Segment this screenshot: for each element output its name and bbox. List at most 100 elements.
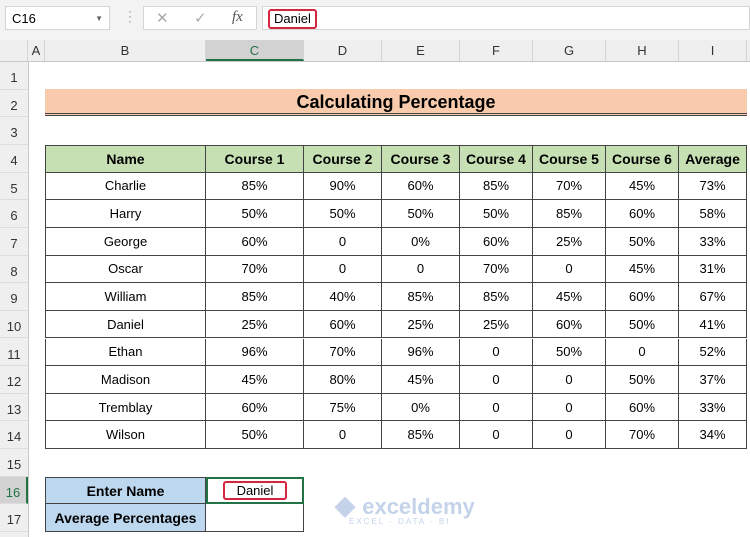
table-cell[interactable]: 45% [606, 172, 679, 201]
table-cell[interactable]: 60% [304, 310, 382, 339]
select-all-corner[interactable] [0, 40, 28, 61]
row-header-13[interactable]: 13 [0, 394, 28, 422]
table-cell[interactable]: 25% [206, 310, 304, 339]
table-cell[interactable]: 50% [206, 200, 304, 228]
row-header-8[interactable]: 8 [0, 256, 28, 284]
table-cell[interactable]: 50% [606, 366, 679, 394]
table-cell[interactable]: 50% [460, 200, 533, 228]
name-box[interactable]: C16 ▼ [5, 6, 110, 30]
table-cell[interactable]: 85% [460, 283, 533, 311]
table-cell[interactable]: 60% [606, 283, 679, 311]
table-cell[interactable]: 52% [679, 338, 747, 367]
table-cell[interactable]: 60% [606, 393, 679, 422]
table-cell[interactable]: 33% [679, 227, 747, 256]
table-cell[interactable]: 25% [533, 227, 606, 256]
table-cell[interactable]: 50% [206, 421, 304, 450]
table-cell[interactable]: 0 [533, 393, 606, 422]
table-cell[interactable]: Tremblay [45, 393, 206, 422]
table-cell[interactable]: 60% [382, 172, 460, 201]
table-cell[interactable]: Daniel [45, 310, 206, 339]
table-cell[interactable]: 50% [382, 200, 460, 228]
table-cell[interactable]: 0 [304, 421, 382, 450]
row-header-12[interactable]: 12 [0, 366, 28, 394]
table-header-cell[interactable]: Average [679, 144, 747, 173]
enter-icon[interactable]: ✓ [194, 9, 207, 27]
table-cell[interactable]: 0 [304, 227, 382, 256]
row-header-11[interactable]: 11 [0, 339, 28, 367]
column-header-B[interactable]: B [45, 40, 206, 61]
cancel-icon[interactable]: ✕ [156, 9, 169, 27]
table-cell[interactable]: 33% [679, 393, 747, 422]
table-cell[interactable]: 0 [460, 366, 533, 394]
column-header-G[interactable]: G [533, 40, 606, 61]
table-cell[interactable]: 37% [679, 366, 747, 394]
table-cell[interactable]: 0 [460, 421, 533, 450]
table-cell[interactable]: 0 [533, 421, 606, 450]
table-header-cell[interactable]: Course 2 [304, 144, 382, 173]
table-cell[interactable]: 45% [533, 283, 606, 311]
table-cell[interactable]: 60% [206, 393, 304, 422]
row-header-2[interactable]: 2 [0, 90, 28, 118]
table-cell[interactable]: 60% [606, 200, 679, 228]
table-cell[interactable]: 45% [206, 366, 304, 394]
column-header-F[interactable]: F [460, 40, 533, 61]
table-cell[interactable]: 75% [304, 393, 382, 422]
table-cell[interactable]: 50% [304, 200, 382, 228]
table-cell[interactable]: 45% [606, 255, 679, 284]
table-cell[interactable]: 31% [679, 255, 747, 284]
table-cell[interactable]: 85% [460, 172, 533, 201]
table-header-cell[interactable]: Name [45, 144, 206, 173]
table-cell[interactable]: 70% [606, 421, 679, 450]
row-header-10[interactable]: 10 [0, 311, 28, 339]
table-cell[interactable]: 85% [533, 200, 606, 228]
row-header-9[interactable]: 9 [0, 283, 28, 311]
table-cell[interactable]: 96% [206, 338, 304, 367]
row-header-17[interactable]: 17 [0, 504, 28, 533]
table-cell[interactable]: 0 [460, 393, 533, 422]
table-cell[interactable]: Harry [45, 200, 206, 228]
column-header-A[interactable]: A [28, 40, 45, 61]
table-cell[interactable]: 25% [382, 310, 460, 339]
row-header-5[interactable]: 5 [0, 173, 28, 201]
enter-name-label[interactable]: Enter Name [45, 476, 206, 505]
table-cell[interactable]: 58% [679, 200, 747, 228]
formula-bar[interactable]: Daniel [262, 6, 750, 30]
table-cell[interactable]: 70% [206, 255, 304, 284]
table-header-cell[interactable]: Course 1 [206, 144, 304, 173]
table-cell[interactable]: 85% [382, 421, 460, 450]
table-cell[interactable]: 50% [606, 227, 679, 256]
function-icon[interactable]: fx [232, 9, 243, 26]
table-cell[interactable]: 80% [304, 366, 382, 394]
table-cell[interactable]: 0 [533, 366, 606, 394]
table-header-cell[interactable]: Course 3 [382, 144, 460, 173]
table-cell[interactable]: 60% [460, 227, 533, 256]
table-cell[interactable]: 0 [533, 255, 606, 284]
table-cell[interactable]: 50% [606, 310, 679, 339]
table-cell[interactable]: 70% [460, 255, 533, 284]
table-cell[interactable]: Wilson [45, 421, 206, 450]
drag-handle-icon[interactable]: ⋮ [123, 8, 137, 25]
table-cell[interactable]: 41% [679, 310, 747, 339]
row-header-16[interactable]: 16 [0, 476, 28, 505]
row-header-1[interactable]: 1 [0, 62, 28, 90]
row-header-15[interactable]: 15 [0, 449, 28, 477]
table-cell[interactable]: Madison [45, 366, 206, 394]
table-cell[interactable]: 0 [606, 338, 679, 367]
table-cell[interactable]: 25% [460, 310, 533, 339]
table-cell[interactable]: 34% [679, 421, 747, 450]
table-cell[interactable]: 45% [382, 366, 460, 394]
table-cell[interactable]: 70% [533, 172, 606, 201]
table-cell[interactable]: 60% [533, 310, 606, 339]
table-header-cell[interactable]: Course 6 [606, 144, 679, 173]
table-header-cell[interactable]: Course 4 [460, 144, 533, 173]
table-cell[interactable]: 0 [382, 255, 460, 284]
table-cell[interactable]: 70% [304, 338, 382, 367]
table-cell[interactable]: George [45, 227, 206, 256]
row-header-7[interactable]: 7 [0, 228, 28, 256]
chevron-down-icon[interactable]: ▼ [95, 7, 103, 31]
table-cell[interactable]: 90% [304, 172, 382, 201]
table-cell[interactable]: 85% [206, 172, 304, 201]
table-cell[interactable]: 0% [382, 393, 460, 422]
table-cell[interactable]: 50% [533, 338, 606, 367]
table-cell[interactable]: 85% [382, 283, 460, 311]
